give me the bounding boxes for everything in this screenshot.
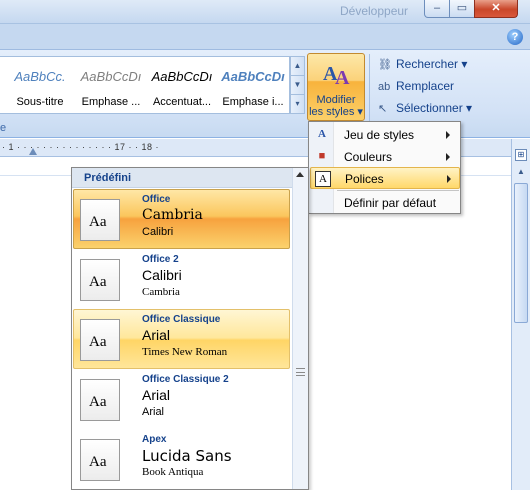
help-icon[interactable]: ? [507, 29, 523, 45]
fonts-icon: A [315, 171, 331, 187]
font-preview-icon: Aa [80, 439, 120, 481]
menu-item-label: Jeu de styles [344, 128, 415, 142]
submenu-arrow-icon [446, 131, 450, 139]
font-theme-office-2[interactable]: Aa Office 2 Calibri Cambria [73, 249, 290, 309]
ribbon-tabs-bar: ? [0, 24, 530, 50]
font-theme-name: Office Classique 2 [142, 374, 229, 385]
modify-styles-button[interactable]: A A Modifier les styles ▾ [307, 53, 365, 121]
maximize-button[interactable]: ▭ [449, 0, 475, 18]
quick-style-emphasis[interactable]: AaBbCcDı Emphase ... [75, 59, 145, 111]
cursor-icon: ↖ [378, 103, 388, 115]
ruler-toggle-icon[interactable]: ⊞ [515, 149, 527, 161]
colors-icon: ■ [318, 150, 326, 162]
replace-button[interactable]: ab Remplacer [378, 79, 454, 97]
font-body: Arial [142, 406, 165, 418]
menu-item-fonts[interactable]: A Polices [310, 167, 460, 189]
font-heading: Calibri [142, 267, 182, 283]
menu-item-style-set[interactable]: A Jeu de styles [310, 124, 460, 146]
quick-style-preview: AaBbCcDı [221, 69, 285, 84]
style-set-icon: A [318, 128, 326, 140]
menu-item-label: Polices [345, 172, 384, 186]
scroll-up-button[interactable]: ▲ [514, 167, 528, 181]
font-theme-name: Office Classique [142, 314, 221, 325]
gallery-up-button[interactable]: ▲ [291, 57, 304, 76]
quick-styles-gallery: AaBbCc. Sous-titre AaBbCcDı Emphase ... … [0, 56, 290, 114]
minimize-button[interactable]: – [424, 0, 450, 18]
modify-styles-label: Modifier les styles ▾ [309, 94, 363, 118]
panel-scroll-grip-icon[interactable] [296, 368, 305, 376]
panel-scrollbar[interactable] [292, 168, 308, 489]
quick-style-label: Emphase ... [81, 96, 141, 108]
find-label: Rechercher ▾ [396, 57, 468, 71]
font-preview-icon: Aa [80, 259, 120, 301]
title-bar: Développeur – ▭ ✕ [0, 0, 530, 24]
font-body: Book Antiqua [142, 466, 204, 478]
replace-label: Remplacer [396, 79, 455, 93]
font-theme-name: Office 2 [142, 254, 179, 265]
replace-icon: ab [378, 81, 391, 93]
font-body: Cambria [142, 286, 180, 298]
font-preview-icon: Aa [80, 379, 120, 421]
menu-item-colors[interactable]: ■ Couleurs [310, 146, 460, 168]
font-body: Calibri [142, 226, 174, 238]
panel-scroll-up-icon[interactable] [296, 172, 304, 177]
ruler-ticks: · 1 · · · · · · · · · · · · · · · 17 · ·… [2, 142, 159, 152]
quick-style-intense-emphasis[interactable]: AaBbCcDı Emphase i... [217, 59, 287, 111]
quick-style-accentuation[interactable]: AaBbCcDı Accentuat... [146, 59, 216, 111]
font-theme-office-classic-2[interactable]: Aa Office Classique 2 Arial Arial [73, 369, 290, 429]
font-heading: Lucida Sans [142, 447, 232, 465]
indent-marker[interactable] [29, 148, 37, 155]
font-heading: Arial [142, 387, 171, 403]
font-body: Times New Roman [142, 346, 228, 358]
group-separator [369, 54, 370, 128]
gallery-more-button[interactable]: ▾ [291, 95, 304, 114]
menu-item-set-default[interactable]: Définir par défaut [310, 192, 460, 214]
gallery-down-button[interactable]: ▼ [291, 76, 304, 95]
font-theme-office[interactable]: Aa Office Cambria Calibri [73, 189, 290, 249]
font-theme-apex[interactable]: Aa Apex Lucida Sans Book Antiqua [73, 429, 290, 489]
font-preview-icon: Aa [80, 199, 120, 241]
quick-style-label: Accentuat... [152, 96, 212, 108]
find-button[interactable]: ⛓ Rechercher ▾ [378, 57, 467, 75]
window-title: Développeur [340, 4, 409, 18]
menu-item-label: Définir par défaut [344, 196, 437, 210]
styles-letter-icon: A A [323, 63, 350, 87]
font-heading: Cambria [142, 207, 203, 223]
gallery-scroll: ▲ ▼ ▾ [290, 56, 305, 114]
binoculars-icon: ⛓ [378, 59, 392, 71]
panel-header: Prédéfini [72, 168, 292, 188]
fonts-gallery-panel: Prédéfini Aa Office Cambria Calibri Aa O… [71, 167, 309, 490]
quick-style-preview: AaBbCc. [14, 69, 66, 84]
svg-text:A: A [335, 67, 350, 87]
quick-style-label: Sous-titre [16, 96, 64, 108]
font-theme-office-classic[interactable]: Aa Office Classique Arial Times New Roma… [73, 309, 290, 369]
font-preview-icon: Aa [80, 319, 120, 361]
select-button[interactable]: ↖ Sélectionner ▾ [378, 101, 472, 119]
close-button[interactable]: ✕ [474, 0, 518, 18]
font-heading: Arial [142, 327, 171, 343]
submenu-arrow-icon [447, 175, 451, 183]
font-theme-name: Apex [142, 434, 167, 445]
font-theme-name: Office [142, 194, 171, 205]
submenu-arrow-icon [446, 153, 450, 161]
menu-separator [337, 190, 459, 191]
menu-item-label: Couleurs [344, 150, 393, 164]
ribbon-group-label: e [0, 122, 7, 134]
select-label: Sélectionner ▾ [396, 101, 473, 115]
quick-style-preview: AaBbCcDı [151, 69, 213, 84]
scroll-thumb[interactable] [514, 183, 528, 323]
modify-styles-menu: A Jeu de styles ■ Couleurs A Polices Déf… [308, 121, 461, 214]
quick-style-label: Emphase i... [222, 96, 284, 108]
vertical-scrollbar[interactable]: ⊞ ▲ [511, 139, 530, 490]
quick-style-preview: AaBbCcDı [80, 69, 142, 84]
quick-style-subtitle[interactable]: AaBbCc. Sous-titre [4, 59, 74, 111]
